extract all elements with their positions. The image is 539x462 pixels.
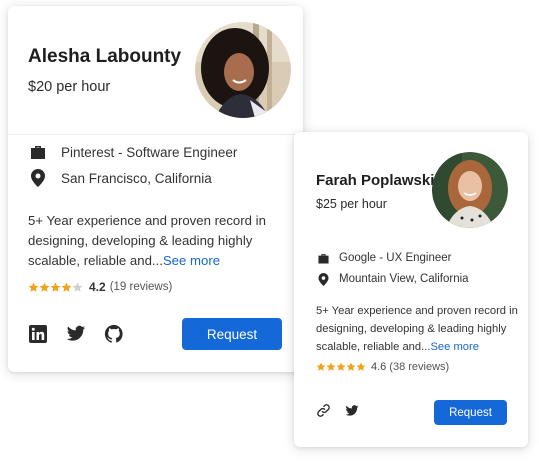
star-rating <box>28 282 83 293</box>
star-icon <box>356 362 366 371</box>
rating: 4.2 (19 reviews) <box>28 280 172 294</box>
rating-value: 4.2 <box>89 280 106 294</box>
location-text: San Francisco, California <box>61 170 212 186</box>
star-rating <box>316 362 366 372</box>
company-text: Pinterest - Software Engineer <box>61 144 238 160</box>
briefcase-icon <box>28 143 48 161</box>
star-icon <box>336 362 346 371</box>
star-icon <box>28 282 39 292</box>
location-text: Mountain View, California <box>339 273 469 285</box>
review-count: (38 reviews) <box>389 361 450 373</box>
hourly-rate: $20 per hour <box>28 79 111 95</box>
bio-body: 5+ Year experience and proven record in … <box>316 305 518 353</box>
star-empty-icon <box>72 282 83 292</box>
avatar <box>432 152 508 228</box>
rating-value: 4.6 <box>371 361 387 373</box>
company-text: Google - UX Engineer <box>339 252 452 264</box>
twitter-icon[interactable] <box>345 404 359 417</box>
star-icon <box>61 282 72 292</box>
bio-text: 5+ Year experience and proven record in … <box>316 302 520 356</box>
star-icon <box>316 362 326 371</box>
request-button[interactable]: Request <box>182 318 282 350</box>
bio-body: 5+ Year experience and proven record in … <box>28 213 266 268</box>
rating: 4.6 (38 reviews) <box>316 361 449 373</box>
see-more-link[interactable]: See more <box>163 253 220 268</box>
location-pin-icon <box>28 168 48 188</box>
star-icon <box>50 282 61 292</box>
twitter-icon[interactable] <box>66 325 86 343</box>
review-count: (19 reviews) <box>109 281 173 293</box>
company-row: Pinterest - Software Engineer <box>28 142 237 162</box>
link-icon[interactable] <box>316 403 331 418</box>
star-icon <box>346 362 356 371</box>
profile-card: Alesha Labounty $20 per hour Pinterest -… <box>8 6 303 372</box>
star-icon <box>39 282 50 292</box>
request-button[interactable]: Request <box>434 400 507 425</box>
company-row: Google - UX Engineer <box>316 249 452 267</box>
bio-text: 5+ Year experience and proven record in … <box>28 211 296 271</box>
hourly-rate: $25 per hour <box>316 197 387 211</box>
profile-name: Alesha Labounty <box>28 46 182 67</box>
social-links <box>28 324 142 344</box>
location-row: San Francisco, California <box>28 168 212 188</box>
briefcase-icon <box>316 252 330 265</box>
avatar <box>195 22 291 118</box>
profile-card: Farah Poplawski $25 per hour Google - UX… <box>294 132 528 447</box>
location-pin-icon <box>316 272 330 287</box>
divider <box>8 134 303 135</box>
see-more-link[interactable]: See more <box>430 341 479 353</box>
location-row: Mountain View, California <box>316 270 469 288</box>
linkedin-icon[interactable] <box>28 324 48 344</box>
social-links <box>316 403 373 418</box>
github-icon[interactable] <box>104 324 124 344</box>
profile-name: Farah Poplawski <box>316 172 435 189</box>
star-icon <box>326 362 336 371</box>
